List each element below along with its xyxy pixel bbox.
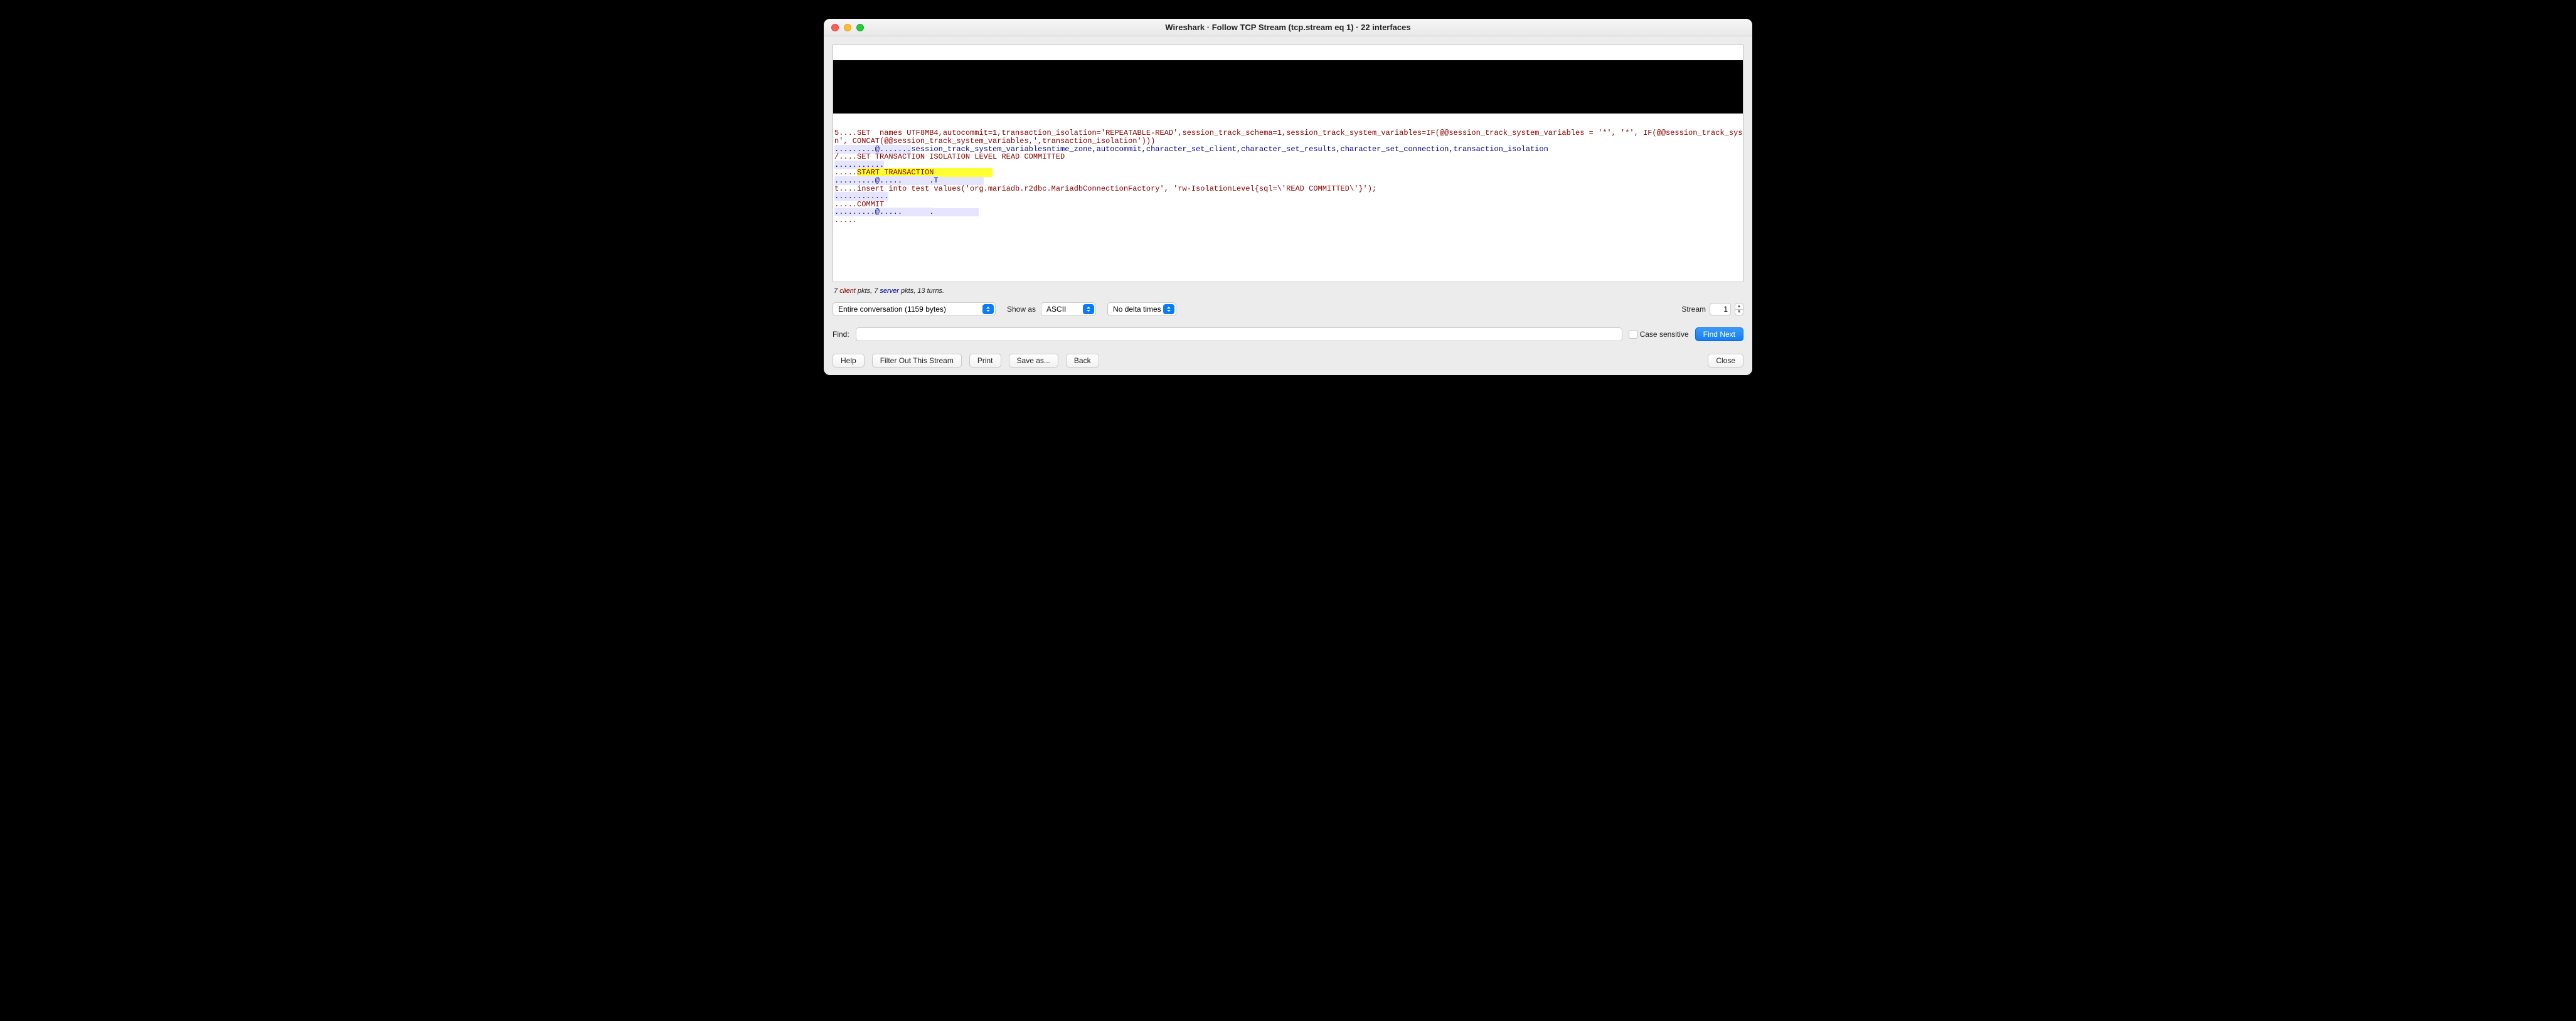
wireshark-follow-stream-window: Wireshark · Follow TCP Stream (tcp.strea… [824, 19, 1752, 375]
binary-redacted-band [833, 60, 1743, 114]
close-button[interactable]: Close [1708, 354, 1743, 368]
conversation-select-value: Entire conversation (1159 bytes) [838, 305, 946, 314]
window-title: Wireshark · Follow TCP Stream (tcp.strea… [824, 23, 1752, 32]
filter-out-stream-button[interactable]: Filter Out This Stream [872, 354, 962, 368]
stream-lines: 5....SET names UTF8MB4,autocommit=1,tran… [833, 129, 1743, 224]
stream-line: t....insert into test values('org.mariad… [834, 184, 1376, 193]
show-as-label: Show as [1007, 305, 1036, 314]
conversation-select[interactable]: Entire conversation (1159 bytes) [833, 302, 996, 316]
stream-stepper: Stream ▲ ▼ [1681, 303, 1743, 315]
stats-client-word: client [839, 287, 856, 295]
tcp-stream-text[interactable]: 5....SET names UTF8MB4,autocommit=1,tran… [833, 44, 1743, 282]
find-row: Find: Case sensitive Find Next [833, 321, 1743, 341]
checkbox-icon[interactable] [1629, 330, 1637, 339]
case-sensitive-label: Case sensitive [1640, 330, 1689, 339]
window-controls [831, 24, 864, 31]
delta-times-select[interactable]: No delta times [1107, 302, 1176, 316]
show-as-value: ASCII [1046, 305, 1066, 314]
chevron-updown-icon [1083, 304, 1094, 314]
stats-server-word: server [880, 287, 899, 295]
bottom-button-row: Help Filter Out This Stream Print Save a… [833, 346, 1743, 368]
packet-stats: 7 client pkts, 7 server pkts, 13 turns. [833, 287, 1743, 295]
titlebar: Wireshark · Follow TCP Stream (tcp.strea… [824, 19, 1752, 36]
delta-times-value: No delta times [1113, 305, 1161, 314]
stream-label: Stream [1681, 305, 1706, 314]
stream-stepper-buttons: ▲ ▼ [1735, 303, 1743, 315]
chevron-updown-icon [982, 304, 994, 314]
find-input[interactable] [856, 327, 1622, 341]
stats-text: pkts, 7 [856, 287, 880, 295]
show-as-select[interactable]: ASCII [1041, 302, 1096, 316]
controls-row: Entire conversation (1159 bytes) Show as… [833, 300, 1743, 316]
stream-number-input[interactable] [1710, 303, 1731, 315]
stepper-down-icon[interactable]: ▼ [1735, 310, 1743, 315]
back-button[interactable]: Back [1066, 354, 1099, 368]
show-as-group: Show as ASCII [1007, 302, 1096, 316]
minimize-window-icon[interactable] [844, 24, 851, 31]
stepper-up-icon[interactable]: ▲ [1735, 304, 1743, 310]
print-button[interactable]: Print [969, 354, 1001, 368]
chevron-updown-icon [1163, 304, 1174, 314]
content-area: 5....SET names UTF8MB4,autocommit=1,tran… [824, 36, 1752, 375]
find-label: Find: [833, 330, 849, 339]
stats-text: 7 [834, 287, 839, 295]
stream-line: ..... [834, 216, 857, 225]
save-as-button[interactable]: Save as... [1009, 354, 1058, 368]
find-next-button[interactable]: Find Next [1695, 327, 1743, 341]
stream-fragment [934, 208, 979, 216]
stats-text: pkts, 13 turns. [899, 287, 944, 295]
help-button[interactable]: Help [833, 354, 865, 368]
zoom-window-icon[interactable] [856, 24, 864, 31]
close-window-icon[interactable] [831, 24, 839, 31]
case-sensitive-option[interactable]: Case sensitive [1629, 330, 1689, 339]
